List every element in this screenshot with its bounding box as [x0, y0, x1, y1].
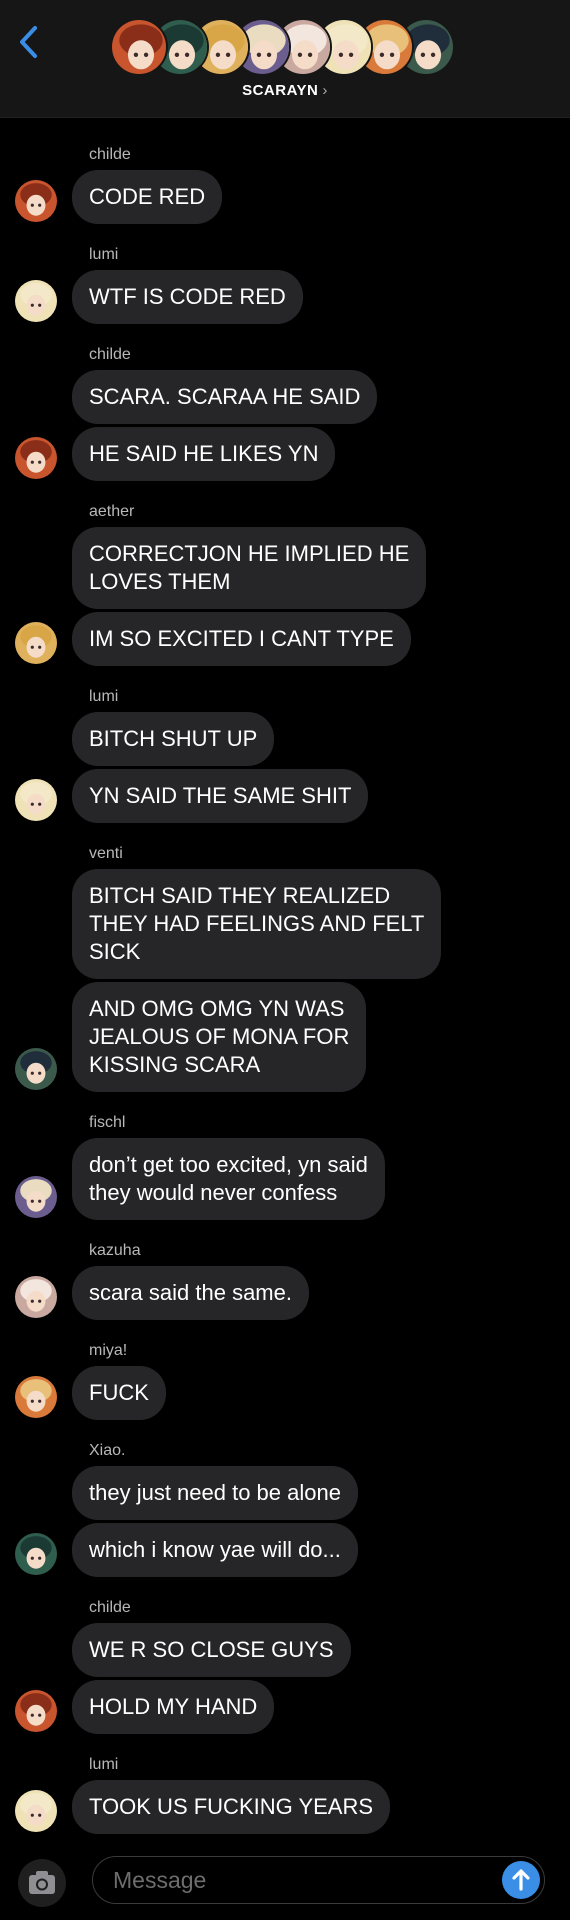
message-text: they just need to be alone	[89, 1480, 341, 1505]
message-bubble[interactable]: scara said the same.	[72, 1266, 309, 1320]
venti-avatar-icon[interactable]	[15, 1048, 57, 1090]
message-text: KISSING SCARA	[89, 1052, 261, 1077]
message-text: don’t get too excited, yn said	[89, 1152, 368, 1177]
message-bubble[interactable]: which i know yae will do...	[72, 1523, 358, 1577]
childe-avatar-icon[interactable]	[15, 180, 57, 222]
sender-name: lumi	[89, 246, 119, 263]
message-bubble[interactable]: HOLD MY HAND	[72, 1680, 275, 1734]
message-text: SICK	[89, 939, 141, 964]
sender-name: Xiao.	[89, 1442, 126, 1459]
fischl-avatar-icon[interactable]	[15, 1176, 57, 1218]
composer-bar	[0, 1846, 570, 1920]
message-text: HOLD MY HAND	[89, 1694, 258, 1719]
back-chevron-icon[interactable]	[14, 22, 44, 62]
message-text: CORRECTJON HE IMPLIED HE	[89, 541, 410, 566]
sender-name: childe	[89, 1599, 131, 1616]
message-bubble[interactable]: TOOK US FUCKING YEARS	[72, 1780, 391, 1834]
camera-button[interactable]	[18, 1859, 66, 1907]
message-text: JEALOUS OF MONA FOR	[89, 1024, 350, 1049]
message-text: scara said the same.	[89, 1280, 292, 1305]
message-text: BITCH SAID THEY REALIZED	[89, 883, 391, 908]
message-bubble[interactable]: IM SO EXCITED I CANT TYPE	[72, 612, 411, 666]
message-bubble[interactable]: WE R SO CLOSE GUYS	[72, 1623, 351, 1677]
sender-name: miya!	[89, 1342, 128, 1359]
message-text: they would never confess	[89, 1180, 338, 1205]
message-bubble[interactable]: they just need to be alone	[72, 1466, 358, 1520]
message-text: THEY HAD FEELINGS AND FELT	[89, 911, 425, 936]
sender-name: fischl	[89, 1114, 126, 1131]
message-text: WE R SO CLOSE GUYS	[89, 1637, 334, 1662]
message-text: WTF IS CODE RED	[89, 284, 286, 309]
sender-name: aether	[89, 503, 135, 520]
send-button[interactable]	[502, 1861, 540, 1899]
message-text: CODE RED	[89, 184, 206, 209]
message-bubble[interactable]: don’t get too excited, yn said they would…	[72, 1138, 385, 1220]
chevron-right-icon: ›	[322, 82, 328, 99]
sender-name: lumi	[89, 1756, 119, 1773]
sender-name: childe	[89, 346, 131, 363]
message-bubble[interactable]: BITCH SHUT UP	[72, 712, 275, 766]
message-text: LOVES THEM	[89, 569, 231, 594]
childe-avatar-icon[interactable]	[15, 1690, 57, 1732]
group-avatar-stack[interactable]	[110, 18, 460, 78]
message-text: TOOK US FUCKING YEARS	[89, 1794, 374, 1819]
kazuha-avatar-icon[interactable]	[15, 1276, 57, 1318]
childe-avatar-icon[interactable]	[15, 437, 57, 479]
group-title[interactable]: SCARAYN ›	[0, 82, 570, 99]
message-bubble[interactable]: FUCK	[72, 1366, 166, 1420]
message-text: HE SAID HE LIKES YN	[89, 441, 319, 466]
message-bubble[interactable]: YN SAID THE SAME SHIT	[72, 769, 369, 823]
lumi-avatar-icon[interactable]	[15, 779, 57, 821]
sender-name: venti	[89, 845, 123, 862]
message-text: YN SAID THE SAME SHIT	[89, 783, 352, 808]
xiao-avatar-icon[interactable]	[15, 1533, 57, 1575]
message-bubble[interactable]: CORRECTJON HE IMPLIED HE LOVES THEM	[72, 527, 427, 609]
lumi-avatar-icon[interactable]	[15, 1790, 57, 1832]
aether-avatar-icon[interactable]	[15, 622, 57, 664]
message-input[interactable]	[113, 1857, 493, 1903]
group-title-label: SCARAYN	[242, 82, 319, 99]
message-text: which i know yae will do...	[89, 1537, 341, 1562]
message-bubble[interactable]: SCARA. SCARAA HE SAID	[72, 370, 378, 424]
childe-avatar-icon	[110, 18, 168, 76]
send-arrow-icon	[512, 1869, 530, 1891]
miya-avatar-icon[interactable]	[15, 1376, 57, 1418]
message-field[interactable]	[92, 1856, 545, 1904]
message-bubble[interactable]: HE SAID HE LIKES YN	[72, 427, 336, 481]
message-text: BITCH SHUT UP	[89, 726, 258, 751]
message-bubble[interactable]: AND OMG OMG YN WAS JEALOUS OF MONA FOR KIS…	[72, 982, 367, 1092]
message-bubble[interactable]: BITCH SAID THEY REALIZED THEY HAD FEELING…	[72, 869, 442, 979]
message-text: IM SO EXCITED I CANT TYPE	[89, 626, 394, 651]
message-bubble[interactable]: CODE RED	[72, 170, 223, 224]
conversation-header: SCARAYN ›	[0, 0, 570, 118]
sender-name: lumi	[89, 688, 119, 705]
message-text: SCARA. SCARAA HE SAID	[89, 384, 361, 409]
camera-icon	[29, 1871, 55, 1894]
message-text: AND OMG OMG YN WAS	[89, 996, 345, 1021]
lumi-avatar-icon[interactable]	[15, 280, 57, 322]
sender-name: kazuha	[89, 1242, 141, 1259]
message-text: FUCK	[89, 1380, 149, 1405]
sender-name: childe	[89, 146, 131, 163]
message-bubble[interactable]: WTF IS CODE RED	[72, 270, 303, 324]
